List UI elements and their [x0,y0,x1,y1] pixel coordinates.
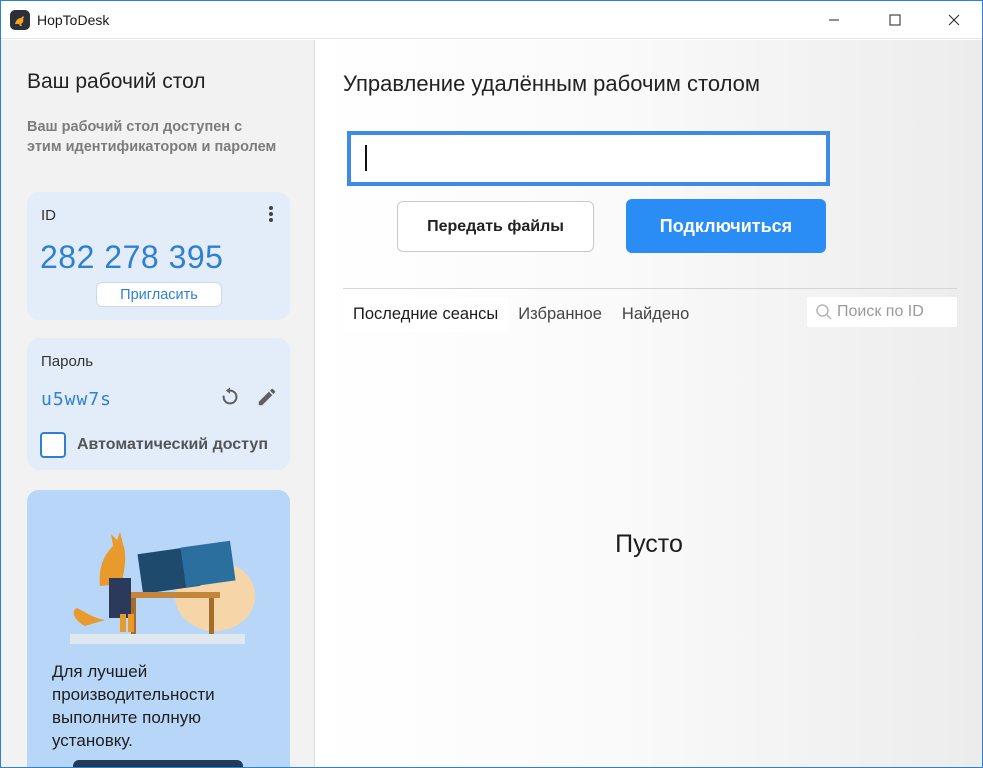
sidebar-title: Ваш рабочий стол [27,70,206,93]
remote-id-input[interactable] [351,135,826,182]
password-label: Пароль [41,353,94,370]
promo-text: Для лучшей производительности выполните … [52,662,215,750]
minimize-button[interactable] [811,1,857,39]
search-input[interactable] [837,297,955,327]
text-caret [365,145,367,171]
tab-favorites[interactable]: Избранное [508,297,612,332]
maximize-icon [889,14,901,26]
title-bar: HopToDesk [1,1,982,39]
refresh-icon[interactable] [219,386,241,408]
pencil-icon[interactable] [256,386,278,408]
id-label: ID [41,207,56,224]
kangaroo-logo-icon [10,10,30,30]
close-icon [948,14,960,26]
connect-button[interactable]: Подключиться [626,199,826,253]
page-title: Управление удалённым рабочим столом [343,71,761,96]
auto-access-label: Автоматический доступ [77,436,268,453]
transfer-files-button[interactable]: Передать файлы [397,201,594,252]
more-vertical-icon[interactable] [264,204,278,224]
install-button[interactable] [73,760,243,767]
sidebar: Ваш рабочий стол Ваш рабочий стол доступ… [1,40,315,767]
window-title: HopToDesk [37,12,110,28]
main-panel: Управление удалённым рабочим столом Пере… [316,40,982,767]
session-tabs: Последние сеансы Избранное Найдено [343,297,699,332]
search-box[interactable] [807,297,957,327]
tab-discovered[interactable]: Найдено [612,297,699,332]
tab-recent-sessions[interactable]: Последние сеансы [343,297,509,332]
sidebar-description: Ваш рабочий стол доступен с этим идентиф… [27,119,277,155]
install-promo-card: Для лучшей производительности выполните … [27,490,290,767]
kangaroo-workstation-illustration [70,532,255,644]
close-button[interactable] [931,1,977,39]
invite-button[interactable]: Пригласить [96,282,222,307]
password-value: u5ww7s [41,389,113,410]
minimize-icon [829,19,839,21]
id-value: 282 278 395 [40,239,224,275]
maximize-button[interactable] [872,1,918,39]
empty-state-text: Пусто [615,530,683,558]
remote-id-field[interactable] [347,131,830,186]
auto-access-row[interactable]: Автоматический доступ [40,432,268,458]
app-window: HopToDesk Ваш рабочий стол Ваш рабочий с… [0,0,983,768]
search-icon [816,304,832,320]
divider [343,288,957,289]
auto-access-checkbox[interactable] [40,432,66,458]
password-card: Пароль u5ww7s Автоматический доступ [27,338,290,470]
id-card: ID 282 278 395 Пригласить [27,192,290,320]
